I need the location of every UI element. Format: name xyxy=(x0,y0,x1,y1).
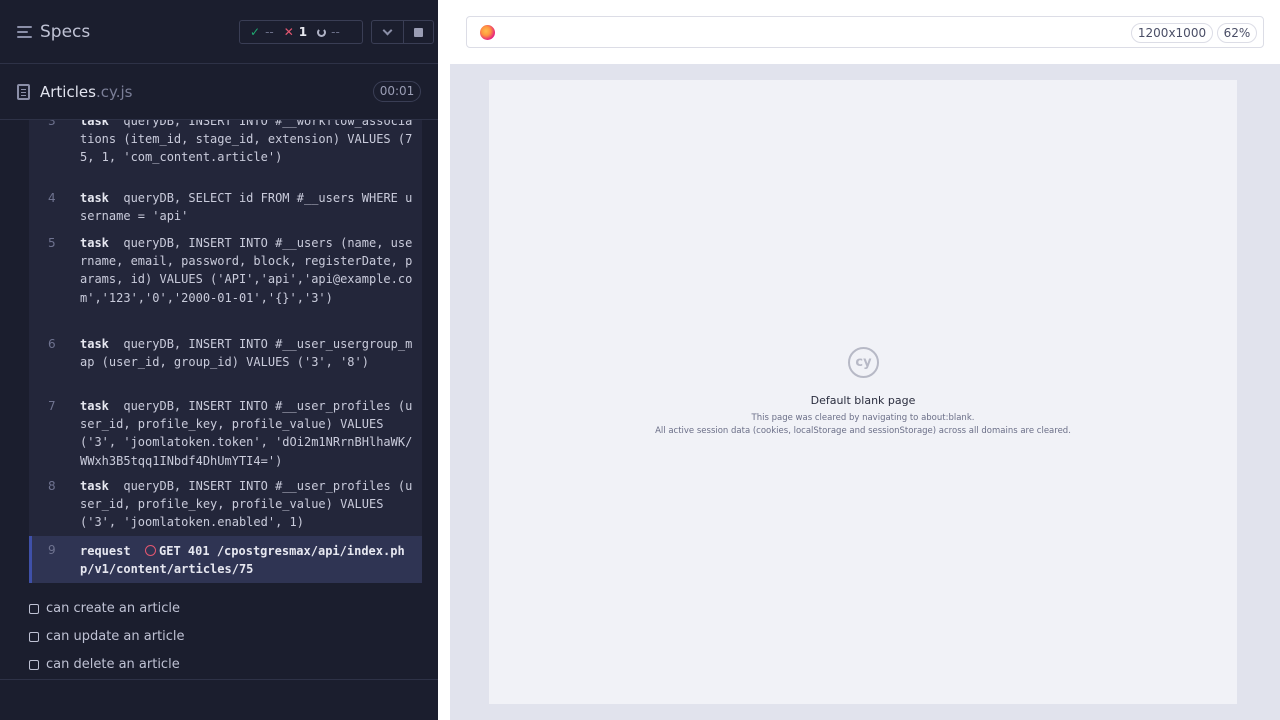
blank-page-line1: This page was cleared by navigating to a… xyxy=(751,413,975,423)
test-item[interactable]: can update an article xyxy=(29,629,185,644)
firefox-icon xyxy=(480,25,495,40)
stop-icon xyxy=(414,27,423,37)
specs-toggle[interactable]: Specs xyxy=(17,22,90,42)
stop-button[interactable] xyxy=(403,20,434,44)
passed-stat: ✓ -- xyxy=(250,25,274,39)
blank-page-title: Default blank page xyxy=(810,394,916,407)
test-item[interactable]: can delete an article xyxy=(29,657,180,672)
pending-test-icon xyxy=(29,659,39,670)
pending-count: -- xyxy=(331,25,340,39)
spec-file-name[interactable]: Articles.cy.js xyxy=(40,83,132,101)
chevron-down-icon xyxy=(382,25,393,35)
failed-request-icon xyxy=(145,545,157,556)
failed-stat: ✕ 1 xyxy=(284,25,307,39)
command-log: 3 task queryDB, INSERT INTO #__workflow_… xyxy=(29,120,422,583)
blank-page-line2: All active session data (cookies, localS… xyxy=(655,426,1071,436)
log-row[interactable]: 7 task queryDB, INSERT INTO #__user_prof… xyxy=(29,396,422,474)
duration-badge: 00:01 xyxy=(373,81,421,102)
cypress-logo-icon: cy xyxy=(848,347,879,378)
log-row[interactable]: 8 task queryDB, INSERT INTO #__user_prof… xyxy=(29,476,422,534)
pending-test-icon xyxy=(29,603,39,614)
collapse-button[interactable] xyxy=(371,20,404,44)
specs-title: Specs xyxy=(40,22,91,42)
zoom-level: 62% xyxy=(1217,23,1257,43)
failed-count: 1 xyxy=(298,25,308,39)
viewport-size[interactable]: 1200x1000 xyxy=(1131,23,1213,43)
reporter-panel: Specs ✓ -- ✕ 1 -- Articles.cy.js 00:01 3… xyxy=(0,0,438,720)
passed-count: -- xyxy=(265,25,274,39)
spinner-icon xyxy=(317,27,327,37)
log-row[interactable]: 3 task queryDB, INSERT INTO #__workflow_… xyxy=(29,120,422,182)
check-icon: ✓ xyxy=(250,25,261,39)
request-log-row[interactable]: 9 request GET 401 /cpostgresmax/api/inde… xyxy=(29,536,422,583)
test-stats: ✓ -- ✕ 1 -- xyxy=(239,20,363,44)
aut-iframe[interactable] xyxy=(489,80,1237,704)
url-bar[interactable]: 1200x1000 62% xyxy=(466,16,1264,48)
resize-handle[interactable] xyxy=(438,0,450,720)
log-row[interactable]: 5 task queryDB, INSERT INTO #__users (na… xyxy=(29,233,422,331)
pending-test-icon xyxy=(29,631,39,642)
log-row[interactable]: 6 task queryDB, INSERT INTO #__user_user… xyxy=(29,334,422,394)
menu-icon xyxy=(17,26,32,38)
x-icon: ✕ xyxy=(283,25,294,39)
divider xyxy=(0,679,438,680)
log-row[interactable]: 4 task queryDB, SELECT id FROM #__users … xyxy=(29,188,422,230)
pending-stat: -- xyxy=(317,25,340,39)
document-icon xyxy=(17,84,30,100)
test-item[interactable]: can create an article xyxy=(29,601,180,616)
